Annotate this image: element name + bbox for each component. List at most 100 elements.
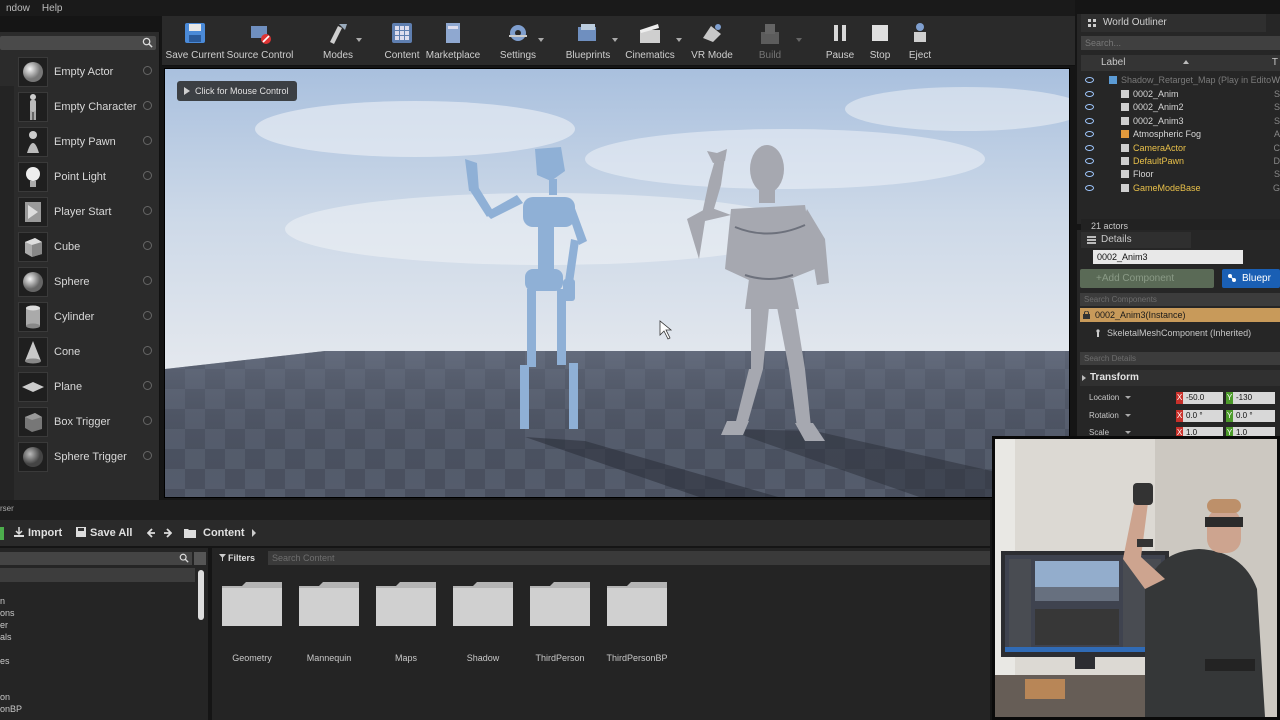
build-button[interactable]: Build bbox=[754, 18, 802, 64]
level-viewport[interactable]: Click for Mouse Control bbox=[164, 68, 1070, 498]
visibility-eye-icon[interactable] bbox=[1085, 118, 1094, 124]
search-details-input[interactable]: Search Details bbox=[1080, 352, 1280, 365]
blueprint-add-script-button[interactable]: Bluepr bbox=[1222, 269, 1280, 288]
stop-button[interactable]: Stop bbox=[864, 18, 896, 64]
location-x-field[interactable]: -50.0 bbox=[1183, 392, 1223, 404]
place-item-empty-character[interactable]: Empty Character bbox=[0, 89, 158, 124]
outliner-row[interactable]: 0002_Anim2 S bbox=[1081, 101, 1280, 114]
back-arrow-icon[interactable] bbox=[147, 527, 157, 539]
eject-button[interactable]: Eject bbox=[904, 18, 936, 64]
cinematics-button[interactable]: Cinematics bbox=[624, 18, 682, 64]
folder-maps[interactable]: Maps bbox=[373, 580, 439, 670]
outliner-search-input[interactable]: Search... bbox=[1081, 36, 1280, 50]
visibility-eye-icon[interactable] bbox=[1085, 91, 1094, 97]
tree-item[interactable]: on bbox=[0, 692, 10, 702]
place-item-point-light[interactable]: Point Light bbox=[0, 159, 158, 194]
settings-button[interactable]: Settings bbox=[498, 18, 544, 64]
folder-thirdpersonbp[interactable]: ThirdPersonBP bbox=[604, 580, 670, 670]
place-item-cylinder[interactable]: Cylinder bbox=[0, 299, 158, 334]
location-y-field[interactable]: -130 bbox=[1233, 392, 1275, 404]
place-actors-search[interactable] bbox=[0, 36, 156, 50]
place-item-empty-pawn[interactable]: Empty Pawn bbox=[0, 124, 158, 159]
place-item-sphere-trigger[interactable]: Sphere Trigger bbox=[0, 439, 158, 474]
blueprints-dropdown-arrow[interactable] bbox=[612, 38, 618, 42]
sources-toggle-button[interactable] bbox=[194, 552, 206, 565]
content-search-input[interactable]: Search Content bbox=[268, 551, 990, 565]
marketplace-button[interactable]: Marketplace bbox=[426, 18, 480, 64]
folder-search-input[interactable] bbox=[0, 552, 192, 565]
place-item-plane[interactable]: Plane bbox=[0, 369, 158, 404]
selected-folder-row[interactable] bbox=[0, 568, 195, 582]
breadcrumb-arrow-icon[interactable] bbox=[252, 529, 256, 537]
save-current-button[interactable]: Save Current bbox=[166, 18, 224, 64]
component-instance-row[interactable]: 0002_Anim3(Instance) bbox=[1080, 308, 1280, 322]
tree-item[interactable]: er bbox=[0, 620, 8, 630]
content-browser-tab[interactable]: rser bbox=[0, 502, 16, 516]
folder-geometry[interactable]: Geometry bbox=[219, 580, 285, 670]
save-all-button[interactable]: Save All bbox=[76, 520, 132, 546]
place-item-empty-actor[interactable]: Empty Actor bbox=[0, 54, 158, 89]
place-item-player-start[interactable]: Player Start bbox=[0, 194, 158, 229]
folder-shadow[interactable]: Shadow bbox=[450, 580, 516, 670]
folder-mannequin[interactable]: Mannequin bbox=[296, 580, 362, 670]
search-components-input[interactable]: Search Components bbox=[1080, 293, 1280, 306]
tree-item[interactable]: ons bbox=[0, 608, 15, 618]
tree-item[interactable]: es bbox=[0, 656, 10, 666]
settings-dropdown-arrow[interactable] bbox=[538, 38, 544, 42]
forward-arrow-icon[interactable] bbox=[162, 527, 172, 539]
visibility-eye-icon[interactable] bbox=[1085, 104, 1094, 110]
tree-item[interactable]: n bbox=[0, 596, 5, 606]
content-button[interactable]: Content bbox=[384, 18, 420, 64]
outliner-row[interactable]: Floor S bbox=[1081, 168, 1280, 181]
content-path-breadcrumb[interactable]: Content bbox=[203, 520, 245, 546]
add-new-button-edge[interactable] bbox=[0, 527, 4, 540]
outliner-row[interactable]: 0002_Anim3 S bbox=[1081, 115, 1280, 128]
visibility-eye-icon[interactable] bbox=[1085, 185, 1094, 191]
actor-name-field[interactable]: 0002_Anim3 bbox=[1093, 250, 1243, 264]
scale-dropdown-arrow[interactable] bbox=[1125, 431, 1131, 434]
rotation-y-field[interactable]: 0.0 ° bbox=[1233, 410, 1275, 422]
pause-button[interactable]: Pause bbox=[822, 18, 858, 64]
transform-section-header[interactable]: Transform bbox=[1080, 370, 1280, 386]
visibility-eye-icon[interactable] bbox=[1085, 145, 1094, 151]
place-item-box-trigger[interactable]: Box Trigger bbox=[0, 404, 158, 439]
details-tab[interactable]: Details bbox=[1081, 232, 1191, 248]
world-outliner-tab[interactable]: World Outliner bbox=[1081, 14, 1266, 32]
build-dropdown-arrow[interactable] bbox=[796, 38, 802, 42]
folder-thirdperson[interactable]: ThirdPerson bbox=[527, 580, 593, 670]
outliner-row[interactable]: Atmospheric Fog A bbox=[1081, 128, 1280, 141]
mouse-control-hint[interactable]: Click for Mouse Control bbox=[177, 81, 297, 101]
rotation-dropdown-arrow[interactable] bbox=[1125, 414, 1131, 417]
modes-dropdown-arrow[interactable] bbox=[356, 38, 362, 42]
add-component-button[interactable]: +Add Component bbox=[1080, 269, 1214, 288]
modes-button[interactable]: Modes bbox=[320, 18, 362, 64]
source-control-button[interactable]: Source Control bbox=[227, 18, 293, 64]
location-dropdown-arrow[interactable] bbox=[1125, 396, 1131, 399]
menu-help[interactable]: Help bbox=[36, 3, 69, 14]
blueprints-button[interactable]: Blueprints bbox=[564, 18, 618, 64]
filters-button[interactable]: Filters bbox=[217, 551, 265, 565]
visibility-eye-icon[interactable] bbox=[1085, 131, 1094, 137]
outliner-row[interactable]: DefaultPawn D bbox=[1081, 155, 1280, 168]
outliner-row[interactable]: CameraActor C bbox=[1081, 142, 1280, 155]
cinematics-dropdown-arrow[interactable] bbox=[676, 38, 682, 42]
sources-scrollbar[interactable] bbox=[198, 570, 204, 620]
outliner-row[interactable]: 0002_Anim S bbox=[1081, 88, 1280, 101]
menu-window[interactable]: ndow bbox=[0, 3, 36, 14]
vr-mode-button[interactable]: VR Mode bbox=[690, 18, 734, 64]
import-button[interactable]: Import bbox=[14, 520, 62, 546]
column-type[interactable]: T bbox=[1272, 55, 1278, 71]
place-item-cube[interactable]: Cube bbox=[0, 229, 158, 264]
visibility-eye-icon[interactable] bbox=[1085, 171, 1094, 177]
outliner-row[interactable]: GameModeBase G bbox=[1081, 182, 1280, 195]
tree-item[interactable]: als bbox=[0, 632, 12, 642]
column-label[interactable]: Label bbox=[1101, 55, 1125, 71]
rotation-x-field[interactable]: 0.0 ° bbox=[1183, 410, 1223, 422]
visibility-eye-icon[interactable] bbox=[1085, 158, 1094, 164]
skeletal-mesh-component-row[interactable]: SkeletalMeshComponent (Inherited) bbox=[1080, 326, 1280, 340]
place-item-cone[interactable]: Cone bbox=[0, 334, 158, 369]
tree-item[interactable]: onBP bbox=[0, 704, 22, 714]
outliner-row[interactable]: Shadow_Retarget_Map (Play in Edito W bbox=[1081, 74, 1280, 87]
place-item-sphere[interactable]: Sphere bbox=[0, 264, 158, 299]
visibility-eye-icon[interactable] bbox=[1085, 77, 1094, 83]
